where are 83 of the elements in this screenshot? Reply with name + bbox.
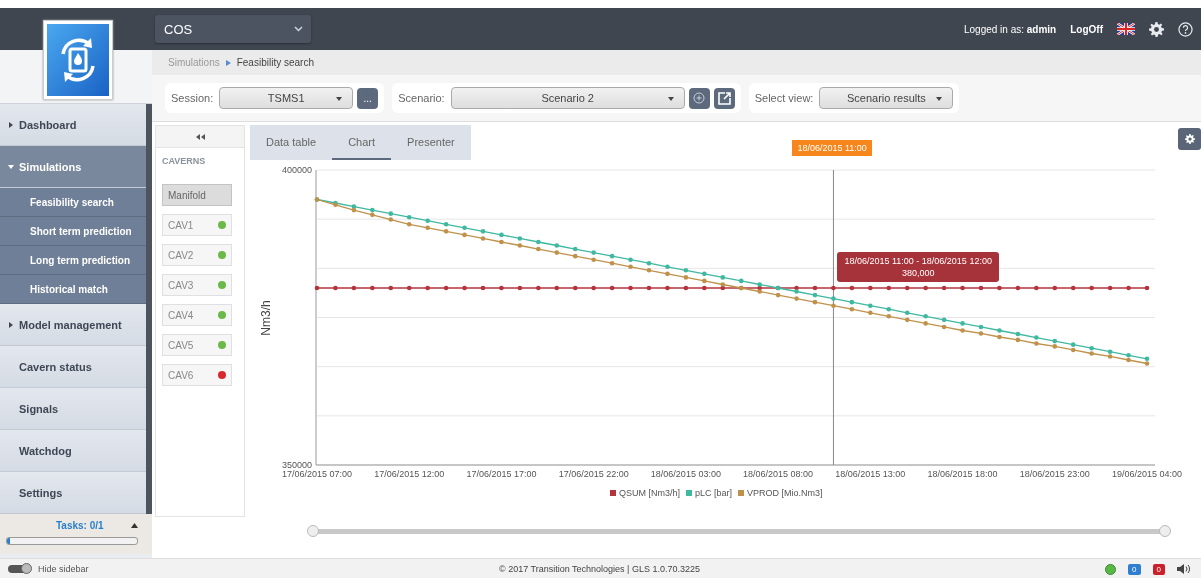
view-label: Select view: [754,92,814,104]
axis-label: 19/06/2015 04:00 [1111,469,1183,479]
axis-label: 18/06/2015 23:00 [1019,469,1090,479]
slider-handle[interactable] [307,525,319,537]
status-icon [1105,563,1117,575]
legend-label[interactable]: QSUM [Nm3/h] [619,488,680,498]
tab[interactable]: Presenter [391,125,471,160]
chevron-icon [294,26,303,32]
axis-label: 17/06/2015 07:00 [281,469,353,479]
range-slider[interactable] [307,524,1171,538]
sidebar-subitem[interactable]: Long term prediction [0,246,146,275]
add-button[interactable] [688,87,710,109]
legend-label[interactable]: pLC [bar] [695,488,733,498]
crosshair-label: 18/06/2015 11:00 [792,140,872,156]
logoff-link[interactable]: LogOff [1070,23,1103,35]
breadcrumb-link[interactable]: Simulations [168,57,220,68]
tasks-label[interactable]: Tasks: 0/1 [56,520,104,531]
notification-badge[interactable]: 0 [1152,563,1165,575]
caret-icon [8,121,14,128]
settings-icon[interactable] [1149,21,1164,37]
sidebar-subitem[interactable]: Historical match [0,275,146,304]
session-label: Session: [171,92,214,104]
axis-label: 18/06/2015 08:00 [743,469,814,479]
caret-icon [8,163,14,170]
axis-label: 17/06/2015 17:00 [466,469,537,479]
toggle-switch[interactable] [8,565,30,573]
legend-label[interactable]: VPROD [Mio.Nm3] [747,488,823,498]
cavern-item[interactable]: CAV3 [162,274,232,296]
sidebar-item[interactable]: Cavern status [0,346,146,388]
app-selector[interactable]: COS [155,15,311,43]
cavern-item[interactable]: CAV1 [162,214,232,236]
export-icon [717,91,731,105]
axis-label: 17/06/2015 12:00 [374,469,445,479]
sidebar-subitem[interactable]: Short term prediction [0,217,146,246]
chart-tooltip: 18/06/2015 11:00 - 18/06/2015 12:00 380,000 [837,252,999,282]
settings-icon [1184,134,1195,144]
axis-label: 350000 [281,460,312,470]
axis-label: 18/06/2015 03:00 [650,469,721,479]
tab[interactable]: Chart [332,125,392,160]
sidebar-subitem[interactable]: Feasibility search [0,188,146,217]
more-button[interactable]: ... [357,87,379,109]
plus-circle-icon [693,92,706,104]
sidebar-item[interactable]: Watchdog [0,430,146,472]
cavern-item[interactable]: CAV2 [162,244,232,266]
breadcrumb-current: Feasibility search [236,57,314,68]
copyright-text: © 2017 Transition Technologies | GLS 1.0.70.3225 [499,564,700,574]
scenario-dropdown[interactable]: Scenario 2 [450,87,685,109]
axis-label: 18/06/2015 18:00 [927,469,998,479]
slider-handle[interactable] [1159,525,1171,537]
chart-settings-button[interactable] [1178,128,1201,150]
dropdown-arrow-icon [936,97,943,101]
dropdown-arrow-icon [336,97,343,101]
flag-icon[interactable] [1117,23,1135,35]
y-axis-label: Nm3/h [259,300,273,336]
caret-icon [8,321,14,328]
speaker-icon[interactable] [1177,563,1191,575]
scenario-label: Scenario: [398,92,445,104]
dropdown-arrow-icon [667,97,674,101]
chevron-icon [225,59,231,66]
notification-badge[interactable]: 0 [1128,563,1141,575]
double-chevron-icon [195,133,205,140]
sidebar-item[interactable]: Dashboard [0,104,146,146]
caret-icon[interactable] [131,523,138,528]
axis-label: 18/06/2015 13:00 [835,469,906,479]
sidebar-item[interactable]: Model management [0,304,146,346]
panel-title: CAVERNS [161,155,207,168]
session-dropdown[interactable]: TSMS1 [219,87,354,109]
help-icon[interactable] [1178,21,1193,37]
hide-sidebar-label[interactable]: Hide sidebar [38,564,89,574]
tab[interactable]: Data table [250,125,333,160]
sidebar-item[interactable]: Simulations [0,146,146,188]
cavern-item[interactable]: Manifold [162,184,232,206]
view-dropdown[interactable]: Scenario results [819,87,954,109]
scrollbar[interactable] [146,104,152,514]
cavern-item[interactable]: CAV4 [162,304,232,326]
logged-in-text: Logged in as: admin [963,23,1057,35]
sidebar-item[interactable]: Settings [0,472,146,514]
axis-label: 17/06/2015 22:00 [558,469,629,479]
sidebar-item[interactable]: Signals [0,388,146,430]
cavern-item[interactable]: CAV5 [162,334,232,356]
axis-label: 400000 [281,165,312,175]
export-button[interactable] [713,87,735,109]
cavern-item[interactable]: CAV6 [162,364,232,386]
